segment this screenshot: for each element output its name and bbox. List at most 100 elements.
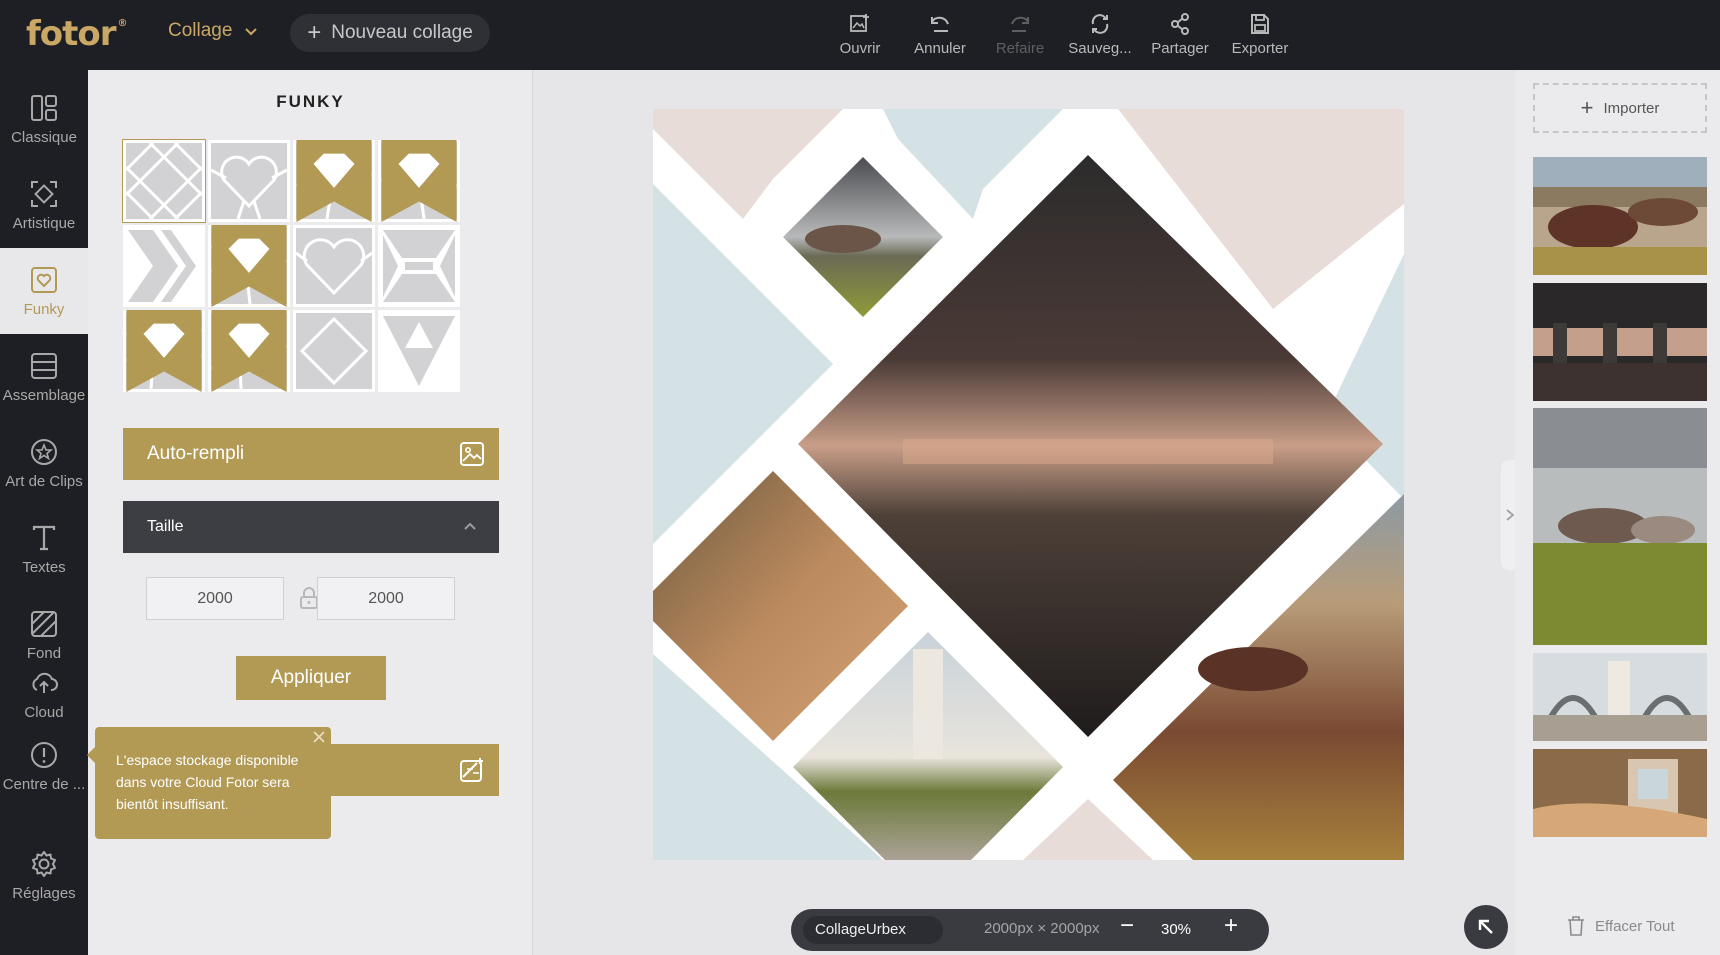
apply-button[interactable]: Appliquer: [236, 656, 386, 700]
sand-house-photo: [1533, 749, 1707, 837]
funky-heart-icon: [31, 266, 57, 293]
template-tilted-columns[interactable]: [208, 310, 290, 392]
auto-fill-label: Auto-rempli: [147, 443, 245, 464]
canvas-status-bar: CollageUrbex 2000px × 2000px − 30% +: [791, 909, 1269, 951]
classic-layout-icon: [31, 94, 57, 121]
width-input[interactable]: [146, 577, 284, 620]
template-single-diamond[interactable]: [293, 310, 375, 392]
sidebar-item-clipart[interactable]: Art de Clips: [0, 420, 88, 506]
template-tilted-grid[interactable]: [208, 225, 290, 307]
sidebar-item-label: Art de Clips: [5, 472, 83, 490]
template-tilted-rows[interactable]: [123, 310, 205, 392]
height-input[interactable]: [317, 577, 455, 620]
template-heart-outline[interactable]: [293, 225, 375, 307]
template-angled-quad[interactable]: [378, 140, 460, 222]
custom-layout-button[interactable]: [308, 744, 499, 796]
close-icon[interactable]: [311, 729, 327, 745]
sidebar-item-funky[interactable]: Funky: [0, 248, 88, 334]
sidebar-item-help-center[interactable]: Centre de ...: [0, 738, 88, 818]
heart-outline-thumbnail: [295, 228, 373, 304]
text-icon: [32, 525, 56, 550]
share-label: Partager: [1151, 40, 1209, 57]
collage-name-field[interactable]: CollageUrbex: [803, 916, 943, 944]
assemblage-icon: [31, 352, 57, 379]
minimize-button[interactable]: [1464, 905, 1508, 949]
library-image-tower-arches[interactable]: [1533, 653, 1707, 741]
template-diamond-grid[interactable]: [122, 139, 206, 223]
settings-gear-icon: [32, 850, 56, 877]
undo-button[interactable]: Annuler: [900, 12, 980, 57]
open-button[interactable]: Ouvrir: [820, 12, 900, 57]
import-button[interactable]: + Importer: [1533, 83, 1707, 133]
new-collage-button[interactable]: + Nouveau collage: [290, 14, 490, 52]
zoom-in-button[interactable]: +: [1221, 912, 1241, 940]
save-label: Sauveg...: [1068, 40, 1132, 57]
trash-icon: [1568, 916, 1584, 936]
sidebar-item-settings[interactable]: Réglages: [0, 832, 88, 918]
collage-canvas[interactable]: [653, 109, 1404, 860]
sidebar-item-cloud[interactable]: Cloud: [0, 664, 88, 738]
export-label: Exporter: [1231, 40, 1289, 57]
auto-fill-button[interactable]: Auto-rempli: [123, 428, 499, 480]
save-cloud-icon: [1091, 14, 1109, 34]
sidebar-item-label: Assemblage: [2, 386, 86, 404]
arrow-up-left-icon: [1478, 919, 1493, 934]
premium-badge-icon: [211, 310, 287, 392]
premium-badge-icon: [381, 140, 457, 222]
library-image-grass-field[interactable]: [1533, 408, 1707, 645]
zoom-level: 30%: [1161, 921, 1192, 938]
mode-dropdown[interactable]: Collage: [168, 20, 258, 42]
redo-label: Refaire: [995, 40, 1045, 57]
sidebar-item-assemblage[interactable]: Assemblage: [0, 334, 88, 420]
help-center-icon: [31, 742, 57, 768]
library-image-abandoned-hall[interactable]: [1533, 283, 1707, 401]
undo-icon: [931, 16, 949, 32]
size-section-label: Taille: [147, 518, 184, 535]
sidebar-item-label: Funky: [23, 300, 65, 318]
left-sidebar: Classique Artistique Funky Assemblage Ar…: [0, 70, 88, 955]
premium-badge-icon: [211, 225, 287, 307]
heart-thumbnail: [210, 143, 288, 220]
cloud-upload-icon: [32, 672, 58, 693]
sidebar-item-text[interactable]: Textes: [0, 506, 88, 592]
template-heart[interactable]: [208, 140, 290, 222]
collage-artwork: [653, 109, 1404, 860]
template-triangles[interactable]: [378, 310, 460, 392]
export-button[interactable]: Exporter: [1220, 12, 1300, 57]
chevron-right-icon: [1506, 509, 1515, 521]
template-angled-split[interactable]: [293, 140, 375, 222]
open-label: Ouvrir: [839, 40, 881, 57]
clipart-star-icon: [31, 438, 57, 465]
lock-ratio-icon[interactable]: [299, 586, 319, 610]
sidebar-item-label: Réglages: [12, 884, 76, 902]
export-icon: [1251, 14, 1269, 34]
template-chevrons[interactable]: [123, 225, 205, 307]
storage-warning-tooltip: L'espace stockage disponible dans votre …: [95, 727, 331, 839]
top-bar: fotor ® Collage + Nouveau collage Ouvrir …: [0, 0, 1720, 70]
size-section-toggle[interactable]: Taille: [123, 501, 499, 553]
zoom-out-button[interactable]: −: [1117, 912, 1137, 940]
template-hourglass[interactable]: [378, 225, 460, 307]
redo-button[interactable]: Refaire: [980, 12, 1060, 57]
save-button[interactable]: Sauveg...: [1060, 12, 1140, 57]
canvas-dimensions: 2000px × 2000px: [984, 920, 1100, 937]
new-collage-label: Nouveau collage: [331, 22, 473, 43]
redo-icon: [1011, 16, 1029, 32]
library-image-rusty-cars[interactable]: [1533, 157, 1707, 275]
plus-icon: +: [1580, 95, 1594, 120]
panel-title: FUNKY: [276, 92, 345, 111]
sidebar-item-label: Fond: [26, 644, 62, 662]
diamond-grid-thumbnail: [124, 141, 204, 221]
tooltip-arrow: [87, 747, 95, 763]
sidebar-item-label: Classique: [11, 128, 77, 146]
undo-label: Annuler: [914, 40, 966, 57]
chevron-down-icon: [245, 28, 258, 36]
clear-all-button[interactable]: Effacer Tout: [1567, 916, 1675, 936]
library-image-sand-house[interactable]: [1533, 749, 1707, 837]
sidebar-item-classic[interactable]: Classique: [0, 76, 88, 162]
share-button[interactable]: Partager: [1140, 12, 1220, 57]
sidebar-item-artistic[interactable]: Artistique: [0, 162, 88, 248]
sidebar-item-label: Textes: [22, 558, 66, 576]
clear-all-label: Effacer Tout: [1595, 917, 1675, 935]
fotor-logo[interactable]: fotor ®: [26, 14, 128, 54]
